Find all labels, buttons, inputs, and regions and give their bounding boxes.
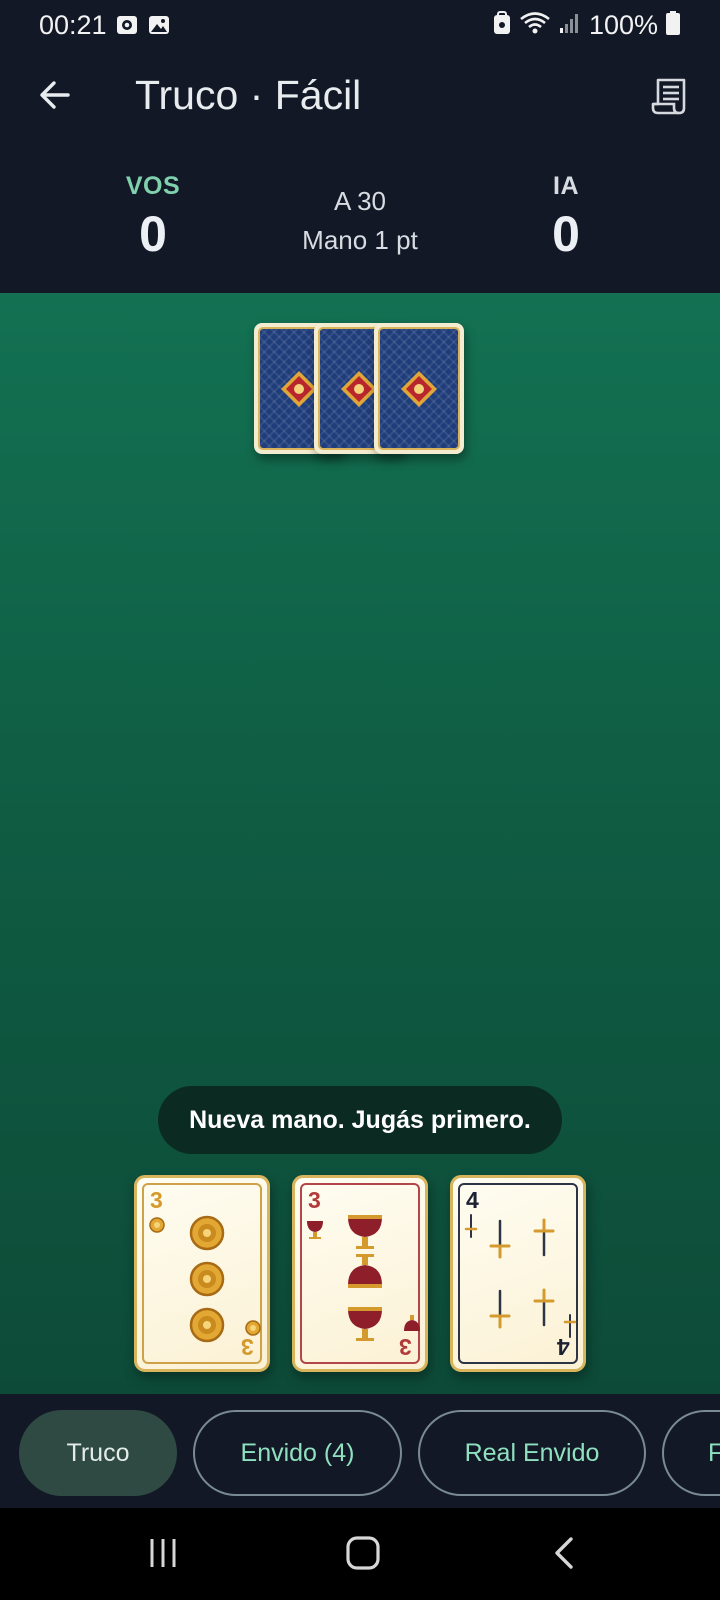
back-button[interactable] (30, 72, 80, 122)
battery-percentage: 100% (588, 10, 658, 40)
copas-suit-icon (307, 1215, 420, 1341)
recents-icon (146, 1536, 180, 1575)
ai-score: IA 0 (486, 172, 646, 263)
ai-label: IA (553, 172, 579, 200)
game-log-button[interactable] (644, 72, 696, 124)
home-button[interactable] (338, 1530, 388, 1580)
vpn-lock-icon (493, 11, 511, 40)
real-envido-button[interactable]: Real Envido (418, 1410, 646, 1496)
score-header: VOS 0 A 30 Mano 1 pt IA 0 (0, 144, 720, 293)
card-face: 4 4 (458, 1183, 578, 1364)
nav-back-button[interactable] (540, 1530, 590, 1580)
match-info: A 30 Mano 1 pt (260, 186, 460, 256)
app-bar: Truco · Fácil (0, 52, 720, 144)
player-score: VOS 0 (73, 172, 233, 263)
card-back-design (378, 327, 460, 450)
camera-notification-icon (116, 14, 138, 41)
status-indicators: 100% (493, 10, 680, 41)
status-bar: 00:21 100% (0, 0, 720, 52)
player-card-4-espadas[interactable]: 4 4 (450, 1175, 586, 1372)
oros-suit-icon (149, 1215, 261, 1343)
status-time: 00:21 (39, 10, 107, 40)
card-face: 3 3 (142, 1183, 262, 1364)
back-icon (548, 1536, 582, 1575)
envido-button[interactable]: Envido (4) (193, 1410, 402, 1496)
truco-button[interactable]: Truco (19, 1410, 177, 1496)
recents-button[interactable] (138, 1530, 188, 1580)
image-notification-icon (148, 14, 170, 41)
ai-points: 0 (552, 206, 580, 262)
action-bar: Truco Envido (4) Real Envido F (0, 1394, 720, 1508)
arrow-left-icon (38, 78, 72, 117)
signal-icon (559, 12, 581, 39)
game-message: Nueva mano. Jugás primero. (158, 1086, 562, 1154)
notification-icons (116, 14, 170, 41)
card-face: 3 3 (300, 1183, 420, 1364)
home-icon (345, 1535, 381, 1576)
game-table: Nueva mano. Jugás primero. 3 3 3 3 4 4 (0, 293, 720, 1394)
page-title: Truco · Fácil (135, 72, 362, 118)
espadas-suit-icon (464, 1214, 577, 1338)
player-label: VOS (125, 172, 181, 200)
opponent-card (374, 323, 464, 454)
player-points: 0 (139, 206, 167, 262)
battery-icon (666, 11, 680, 40)
hand-value: Mano 1 pt (302, 225, 418, 255)
target-score: A 30 (333, 186, 387, 216)
player-card-3-oros[interactable]: 3 3 (134, 1175, 270, 1372)
system-nav-bar (0, 1508, 720, 1600)
falta-envido-button[interactable]: F (662, 1410, 720, 1496)
player-card-3-copas[interactable]: 3 3 (292, 1175, 428, 1372)
wifi-icon (519, 11, 551, 40)
receipt-log-icon (650, 76, 690, 121)
